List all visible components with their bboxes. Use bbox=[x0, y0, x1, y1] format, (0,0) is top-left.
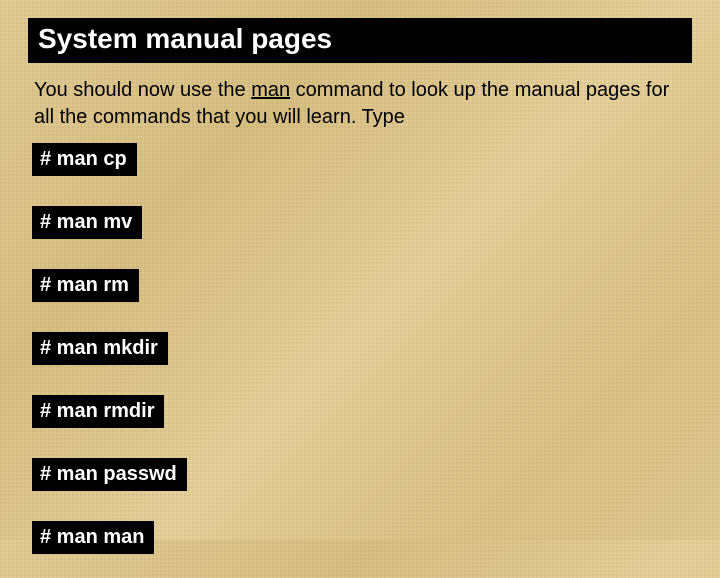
man-keyword: man bbox=[251, 79, 290, 101]
slide-title: System manual pages bbox=[28, 18, 692, 63]
command-list: # man cp # man mv # man rm # man mkdir #… bbox=[28, 137, 692, 578]
command-man-mv: # man mv bbox=[32, 206, 142, 239]
intro-paragraph: You should now use the man command to lo… bbox=[34, 77, 686, 131]
command-man-rmdir: # man rmdir bbox=[32, 395, 164, 428]
command-man-rm: # man rm bbox=[32, 269, 139, 302]
command-man-mkdir: # man mkdir bbox=[32, 332, 168, 365]
command-man-man: # man man bbox=[32, 521, 154, 554]
command-man-cp: # man cp bbox=[32, 143, 137, 176]
intro-text-pre: You should now use the bbox=[34, 79, 251, 101]
command-man-passwd: # man passwd bbox=[32, 458, 187, 491]
